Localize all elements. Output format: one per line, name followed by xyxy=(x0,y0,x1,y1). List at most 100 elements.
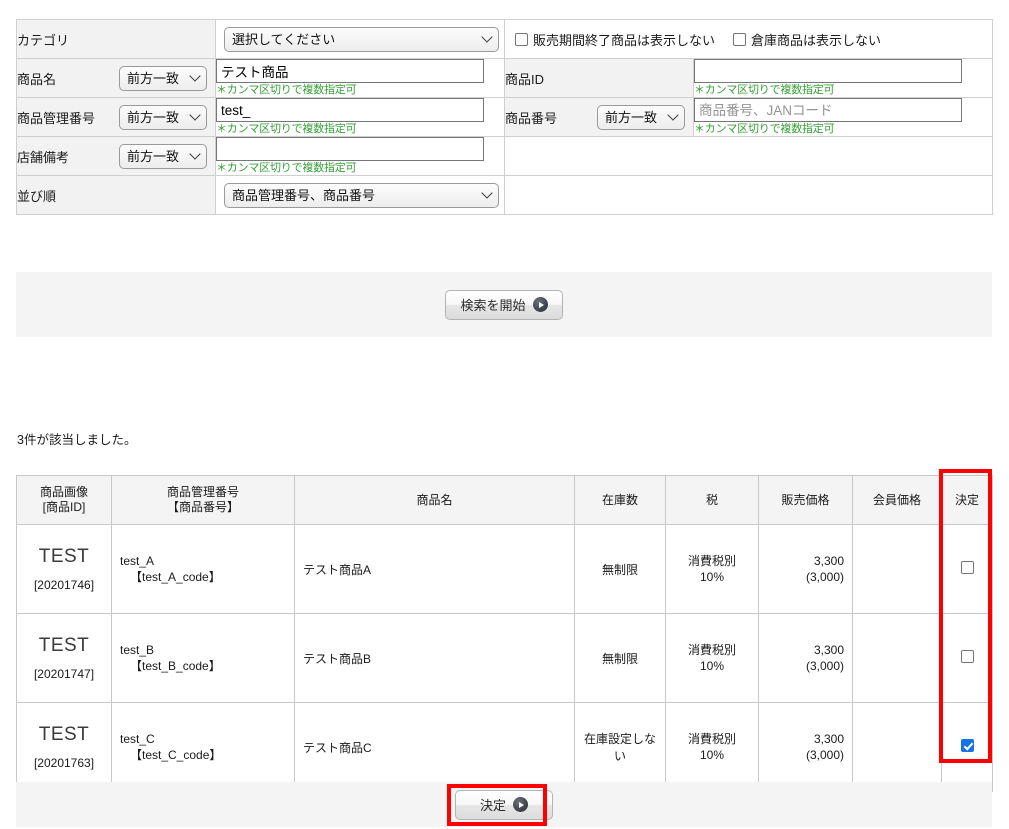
product-id-input[interactable] xyxy=(694,59,962,83)
header-member-price: 会員価格 xyxy=(853,476,942,525)
arrow-right-circle-icon xyxy=(513,797,528,812)
mgmt-number-match-select[interactable]: 前方一致 xyxy=(119,105,207,130)
form-row-category: カテゴリ 選択してください 販売期間終了商品は表示しない xyxy=(17,20,993,59)
shop-note-input[interactable] xyxy=(216,137,484,161)
table-row: TEST [20201747] test_B 【test_B_code】 テスト… xyxy=(17,614,993,703)
cell-tax: 消費税別 10% xyxy=(666,525,759,614)
arrow-right-circle-icon xyxy=(533,297,548,312)
cell-mgmt-number: test_C 【test_C_code】 xyxy=(112,703,295,792)
start-search-button[interactable]: 検索を開始 xyxy=(445,290,562,320)
product-name-match-wrap: 前方一致 xyxy=(119,66,207,91)
tax-label: 消費税別 xyxy=(674,731,750,747)
label-mgmt-number: 商品管理番号 xyxy=(17,108,95,127)
label-cell-sort-order: 並び順 xyxy=(17,176,216,215)
results-table-wrap: 商品画像 [商品ID] 商品管理番号 【商品番号】 商品名 在庫数 税 販売価格… xyxy=(16,475,992,792)
decide-checkbox[interactable] xyxy=(961,561,974,574)
price-excl-tax: (3,000) xyxy=(767,747,844,763)
cell-stock: 無制限 xyxy=(575,614,666,703)
product-name-match-select[interactable]: 前方一致 xyxy=(119,66,207,91)
label-cell-shop-note: 店舗備考 前方一致 xyxy=(17,137,216,176)
cell-stock: 無制限 xyxy=(575,525,666,614)
search-form-panel: カテゴリ 選択してください 販売期間終了商品は表示しない xyxy=(16,19,992,215)
checkbox-hide-warehouse-item[interactable]: 倉庫商品は表示しない xyxy=(733,30,881,49)
result-count-text: 3件が該当しました。 xyxy=(17,429,136,448)
cell-member-price xyxy=(853,703,942,792)
cell-price: 3,300 (3,000) xyxy=(759,703,853,792)
label-product-number: 商品番号 xyxy=(505,108,557,127)
value-cell-product-number: ＊カンマ区切りで複数指定可 xyxy=(694,98,993,137)
product-number-match-select[interactable]: 前方一致 xyxy=(597,105,685,130)
cell-mgmt-number: test_A 【test_A_code】 xyxy=(112,525,295,614)
shop-note-match-select[interactable]: 前方一致 xyxy=(119,144,207,169)
cell-product-name: テスト商品A xyxy=(295,525,575,614)
cell-product-name: テスト商品C xyxy=(295,703,575,792)
product-number-value: 【test_C_code】 xyxy=(120,747,286,763)
shop-note-hint: ＊カンマ区切りで複数指定可 xyxy=(216,162,504,175)
value-cell-sort-order-empty xyxy=(505,176,993,215)
label-product-id: 商品ID xyxy=(505,69,544,88)
label-shop-note: 店舗備考 xyxy=(17,147,69,166)
tax-rate: 10% xyxy=(674,658,750,674)
value-cell-product-id: ＊カンマ区切りで複数指定可 xyxy=(694,59,993,98)
search-button-panel: 検索を開始 xyxy=(16,272,992,337)
cell-price: 3,300 (3,000) xyxy=(759,525,853,614)
label-sort-order: 並び順 xyxy=(17,186,56,205)
header-image: 商品画像 [商品ID] xyxy=(17,476,112,525)
cell-mgmt-number: test_B 【test_B_code】 xyxy=(112,614,295,703)
decide-checkbox[interactable] xyxy=(961,650,974,663)
checkbox-hide-ended[interactable] xyxy=(515,33,528,46)
price-incl-tax: 3,300 xyxy=(767,731,844,747)
label-cell-product-id: 商品ID xyxy=(505,59,694,98)
cell-decide xyxy=(942,614,993,703)
header-mgmt-sub: 【商品番号】 xyxy=(115,500,291,515)
form-row-shop-note: 店舗備考 前方一致 ＊カンマ区切りで複数指定可 xyxy=(17,137,993,176)
tax-label: 消費税別 xyxy=(674,553,750,569)
results-table: 商品画像 [商品ID] 商品管理番号 【商品番号】 商品名 在庫数 税 販売価格… xyxy=(16,475,993,792)
mgmt-number-value: test_C xyxy=(120,731,286,747)
price-excl-tax: (3,000) xyxy=(767,569,844,585)
value-cell-category-select: 選択してください xyxy=(216,20,505,59)
cell-stock: 在庫設定しない xyxy=(575,703,666,792)
header-mgmt-main: 商品管理番号 xyxy=(115,485,291,500)
header-image-sub: [商品ID] xyxy=(20,500,108,515)
header-stock: 在庫数 xyxy=(575,476,666,525)
decide-button[interactable]: 決定 xyxy=(455,790,553,820)
checkbox-hide-ended-label: 販売期間終了商品は表示しない xyxy=(533,30,715,49)
checkbox-hide-warehouse-label: 倉庫商品は表示しない xyxy=(751,30,881,49)
cell-price: 3,300 (3,000) xyxy=(759,614,853,703)
checkbox-hide-warehouse[interactable] xyxy=(733,33,746,46)
tax-rate: 10% xyxy=(674,747,750,763)
decide-checkbox[interactable] xyxy=(961,739,974,752)
category-select[interactable]: 選択してください xyxy=(224,27,499,52)
form-row-product-name: 商品名 前方一致 ＊カンマ区切りで複数指定可 商品ID xyxy=(17,59,993,98)
header-mgmt-number: 商品管理番号 【商品番号】 xyxy=(112,476,295,525)
product-id-value: [20201763] xyxy=(25,754,103,772)
tax-label: 消費税別 xyxy=(674,642,750,658)
product-name-input[interactable] xyxy=(216,59,484,83)
label-cell-product-name: 商品名 前方一致 xyxy=(17,59,216,98)
category-select-wrap: 選択してください xyxy=(224,27,499,52)
value-cell-category-checkboxes: 販売期間終了商品は表示しない 倉庫商品は表示しない xyxy=(505,20,993,59)
tax-rate: 10% xyxy=(674,569,750,585)
header-tax: 税 xyxy=(666,476,759,525)
value-cell-product-name: ＊カンマ区切りで複数指定可 xyxy=(216,59,505,98)
table-row: TEST [20201746] test_A 【test_A_code】 テスト… xyxy=(17,525,993,614)
mgmt-number-value: test_B xyxy=(120,642,286,658)
product-number-value: 【test_B_code】 xyxy=(120,658,286,674)
product-image-placeholder: TEST xyxy=(25,544,103,570)
table-row: TEST [20201763] test_C 【test_C_code】 テスト… xyxy=(17,703,993,792)
label-cell-mgmt-number: 商品管理番号 前方一致 xyxy=(17,98,216,137)
product-number-input[interactable] xyxy=(694,98,962,122)
checkbox-hide-ended-item[interactable]: 販売期間終了商品は表示しない xyxy=(515,30,715,49)
mgmt-number-input[interactable] xyxy=(216,98,484,122)
product-number-match-wrap: 前方一致 xyxy=(597,105,685,130)
decide-button-label: 決定 xyxy=(480,795,506,814)
search-form-table: カテゴリ 選択してください 販売期間終了商品は表示しない xyxy=(16,19,993,215)
sort-order-select[interactable]: 商品管理番号、商品番号 xyxy=(224,183,499,208)
cell-member-price xyxy=(853,525,942,614)
product-image-placeholder: TEST xyxy=(25,722,103,748)
cell-member-price xyxy=(853,614,942,703)
header-product-name: 商品名 xyxy=(295,476,575,525)
form-row-sort-order: 並び順 商品管理番号、商品番号 xyxy=(17,176,993,215)
label-product-name: 商品名 xyxy=(17,69,56,88)
